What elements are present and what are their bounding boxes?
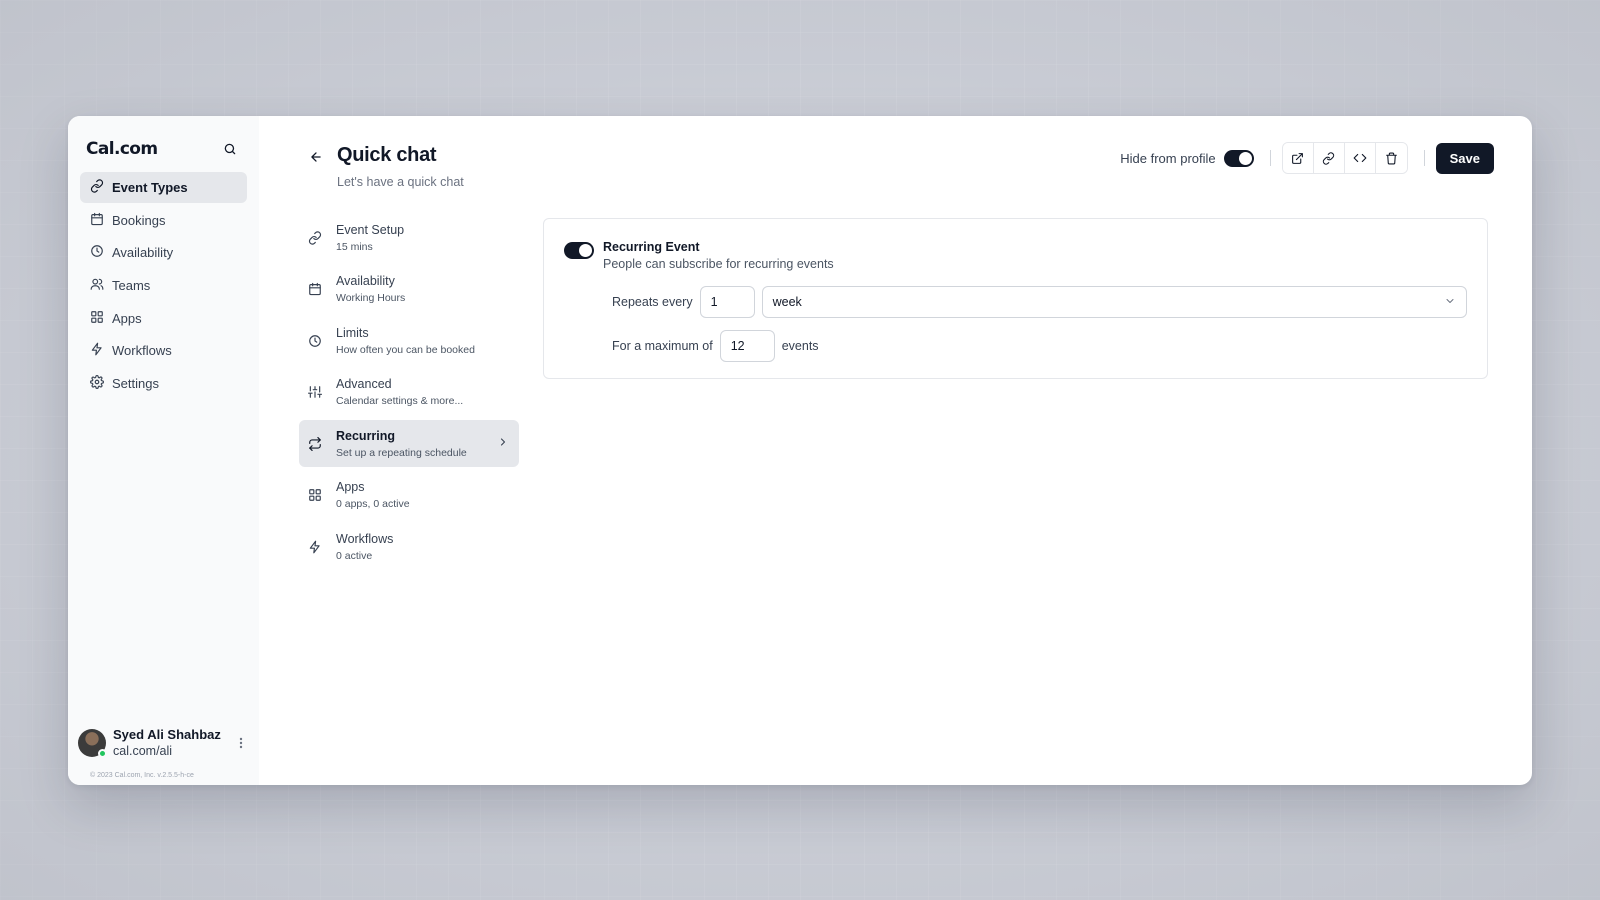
event-actions-group — [1281, 142, 1408, 174]
link-icon — [307, 230, 323, 246]
tab-apps[interactable]: Apps 0 apps, 0 active — [299, 472, 519, 519]
user-info: Syed Ali Shahbaz cal.com/ali — [113, 727, 221, 759]
tab-advanced[interactable]: Advanced Calendar settings & more... — [299, 369, 519, 416]
tab-availability[interactable]: Availability Working Hours — [299, 266, 519, 313]
more-vertical-icon[interactable] — [234, 733, 248, 753]
repeats-every-label: Repeats every — [612, 295, 693, 309]
app-window: Cal.com Event Types Bookings Availabilit… — [68, 116, 1532, 785]
hide-from-profile-toggle[interactable] — [1223, 149, 1254, 167]
page-title: Quick chat — [337, 144, 437, 166]
recurring-event-row: Recurring Event People can subscribe for… — [564, 239, 834, 272]
repeats-every-row: Repeats every 1 week — [612, 286, 1467, 318]
tab-recurring[interactable]: Recurring Set up a repeating schedule — [299, 420, 519, 468]
sidebar-item-label: Workflows — [112, 343, 172, 359]
calendar-icon — [307, 281, 323, 297]
sidebar: Cal.com Event Types Bookings Availabilit… — [68, 116, 259, 785]
tab-title: Limits — [336, 325, 369, 340]
gear-icon — [90, 375, 104, 392]
tab-desc: 0 apps, 0 active — [336, 498, 410, 511]
frequency-select[interactable]: week — [761, 286, 1467, 318]
link-icon — [90, 179, 104, 196]
recurring-event-title: Recurring Event — [603, 240, 700, 254]
tab-desc: Set up a repeating schedule — [336, 446, 467, 459]
sidebar-item-label: Bookings — [112, 212, 166, 228]
tab-title: Event Setup — [336, 222, 405, 237]
users-icon — [90, 277, 104, 294]
tab-desc: 15 mins — [336, 240, 373, 253]
tab-title: Workflows — [336, 532, 394, 547]
recurring-event-desc: People can subscribe for recurring event… — [603, 257, 834, 271]
repeat-icon — [307, 436, 323, 452]
sidebar-nav: Event Types Bookings Availability Teams … — [80, 172, 247, 399]
clock-icon — [90, 244, 104, 261]
trash-icon[interactable] — [1375, 143, 1407, 173]
header-actions: Hide from profile Save — [1120, 142, 1494, 174]
hide-from-profile-label: Hide from profile — [1120, 150, 1216, 166]
tab-title: Apps — [336, 480, 365, 495]
grid-icon — [307, 487, 323, 503]
event-settings-tabs: Event Setup 15 mins Availability Working H… — [299, 214, 519, 575]
sidebar-item-label: Event Types — [112, 180, 188, 195]
tab-limits[interactable]: Limits How often you can be booked — [299, 317, 519, 364]
frequency-select-value: week — [772, 295, 802, 309]
chevron-down-icon — [1444, 295, 1456, 310]
sidebar-item-bookings[interactable]: Bookings — [80, 205, 247, 236]
recurring-event-text: Recurring Event People can subscribe for… — [603, 239, 834, 272]
external-link-icon[interactable] — [1282, 143, 1314, 173]
search-icon[interactable] — [219, 138, 241, 160]
repeat-interval-input[interactable]: 1 — [699, 286, 755, 318]
user-menu[interactable]: Syed Ali Shahbaz cal.com/ali — [78, 727, 248, 759]
tab-title: Availability — [336, 274, 395, 289]
tab-title: Advanced — [336, 377, 392, 392]
sidebar-item-label: Availability — [112, 245, 174, 261]
tab-desc: Calendar settings & more... — [336, 395, 464, 408]
arrow-left-icon[interactable] — [307, 148, 325, 166]
divider — [1269, 150, 1271, 166]
toggle-knob — [1238, 151, 1252, 165]
recurring-settings-card: Recurring Event People can subscribe for… — [543, 218, 1488, 379]
calendar-icon — [90, 212, 104, 229]
zap-icon — [307, 539, 323, 555]
brand-row: Cal.com — [80, 136, 247, 162]
chevron-right-icon — [497, 435, 509, 453]
save-button[interactable]: Save — [1435, 142, 1494, 174]
max-occurrences-label: For a maximum of — [612, 339, 713, 353]
zap-icon — [90, 342, 104, 359]
sidebar-item-label: Teams — [112, 278, 151, 294]
tab-desc: Working Hours — [336, 292, 406, 305]
user-name: Syed Ali Shahbaz — [113, 727, 221, 742]
recurring-event-toggle[interactable] — [564, 242, 594, 259]
sidebar-item-availability[interactable]: Availability — [80, 237, 247, 268]
user-handle: cal.com/ali — [113, 744, 173, 758]
sidebar-item-apps[interactable]: Apps — [80, 303, 247, 334]
tab-desc: How often you can be booked — [336, 343, 475, 356]
sidebar-item-settings[interactable]: Settings — [80, 368, 247, 399]
sidebar-item-teams[interactable]: Teams — [80, 270, 247, 301]
avatar[interactable] — [78, 729, 107, 758]
clock-icon — [307, 333, 323, 349]
copy-link-icon[interactable] — [1313, 143, 1345, 173]
tab-desc: 0 active — [336, 550, 373, 563]
online-status-dot — [98, 749, 107, 758]
events-label: events — [781, 339, 819, 353]
sidebar-item-label: Apps — [112, 310, 142, 326]
max-occurrences-input[interactable]: 12 — [719, 330, 775, 362]
tab-workflows[interactable]: Workflows 0 active — [299, 524, 519, 571]
toggle-knob — [579, 244, 592, 257]
copyright: © 2023 Cal.com, Inc. v.2.5.5-h-ce — [90, 772, 194, 779]
sliders-icon — [307, 384, 323, 400]
brand-logo: Cal.com — [86, 139, 158, 159]
sidebar-item-label: Settings — [112, 376, 159, 392]
code-icon[interactable] — [1344, 143, 1376, 173]
tab-title: Recurring — [336, 428, 396, 443]
grid-icon — [90, 310, 104, 327]
page-subtitle: Let's have a quick chat — [337, 175, 464, 189]
tab-event-setup[interactable]: Event Setup 15 mins — [299, 214, 519, 261]
max-occurrences-row: For a maximum of 12 events — [612, 330, 819, 362]
main-content: Quick chat Let's have a quick chat Hide … — [259, 116, 1532, 785]
sidebar-item-event-types[interactable]: Event Types — [80, 172, 247, 203]
divider — [1423, 150, 1425, 166]
sidebar-item-workflows[interactable]: Workflows — [80, 335, 247, 366]
